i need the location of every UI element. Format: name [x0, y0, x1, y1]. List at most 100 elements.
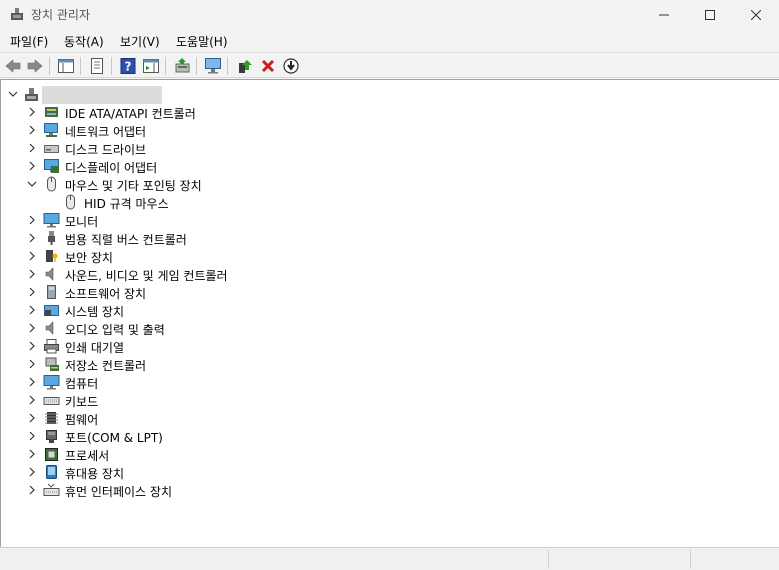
expand-chevron-icon[interactable]	[25, 321, 39, 335]
expand-chevron-icon[interactable]	[25, 213, 39, 227]
tree-category-row[interactable]: 디스크 드라이브	[1, 139, 771, 157]
tree-category-label: 키보드	[65, 395, 99, 409]
tree-category-label: 휴먼 인터페이스 장치	[65, 485, 172, 499]
tree-category-row[interactable]: 휴대용 장치	[1, 463, 771, 481]
collapse-chevron-icon[interactable]	[6, 87, 20, 101]
usb-icon	[48, 231, 55, 245]
tree-category-label: 범용 직렬 버스 컨트롤러	[65, 233, 187, 247]
expand-chevron-icon[interactable]	[25, 465, 39, 479]
computer-name	[42, 86, 162, 104]
menu-view[interactable]: 보기(V)	[120, 33, 160, 50]
action-pane-button[interactable]	[141, 56, 161, 76]
expand-chevron-icon[interactable]	[25, 303, 39, 317]
tree-category-label: 인쇄 대기열	[65, 341, 125, 355]
tree-category-row[interactable]: 컴퓨터	[1, 373, 771, 391]
expand-chevron-icon[interactable]	[25, 429, 39, 443]
tree-category-row[interactable]: 프로세서	[1, 445, 771, 463]
tree-category-row[interactable]: 범용 직렬 버스 컨트롤러	[1, 229, 771, 247]
tree-category-row[interactable]: 오디오 입력 및 출력	[1, 319, 771, 337]
maximize-icon	[705, 9, 715, 20]
collapse-chevron-icon[interactable]	[25, 177, 39, 191]
tree-category-row[interactable]: 시스템 장치	[1, 301, 771, 319]
help-icon: ?	[120, 58, 136, 74]
forward-arrow-icon	[27, 59, 43, 73]
expand-chevron-icon[interactable]	[25, 411, 39, 425]
expand-chevron-icon[interactable]	[25, 339, 39, 353]
tree-category-label: 사운드, 비디오 및 게임 컨트롤러	[65, 269, 228, 283]
close-icon	[751, 9, 761, 20]
expand-chevron-icon[interactable]	[25, 159, 39, 173]
tree-category-row[interactable]: 키보드	[1, 391, 771, 409]
tree-category-row[interactable]: 휴먼 인터페이스 장치	[1, 481, 771, 499]
toolbar-separator	[227, 57, 228, 75]
tree-device-row[interactable]: HID 규격 마우스	[1, 193, 771, 211]
menu-help[interactable]: 도움말(H)	[176, 33, 228, 50]
expand-chevron-icon[interactable]	[25, 267, 39, 281]
tree-category-label: 프로세서	[65, 449, 110, 463]
minimize-button[interactable]	[641, 0, 687, 29]
close-button[interactable]	[733, 0, 779, 29]
forward-button[interactable]	[25, 56, 45, 76]
back-arrow-icon	[5, 59, 21, 73]
display-adapter-icon	[44, 159, 59, 173]
tree-category-label: 휴대용 장치	[65, 467, 125, 481]
menu-file[interactable]: 파일(F)	[10, 33, 48, 50]
tree-category-label: IDE ATA/ATAPI 컨트롤러	[65, 107, 196, 121]
tree-category-row[interactable]: 네트워크 어댑터	[1, 121, 771, 139]
software-device-icon	[47, 285, 56, 299]
tree-category-row[interactable]: 펌웨어	[1, 409, 771, 427]
update-driver-button[interactable]	[172, 56, 192, 76]
expand-chevron-icon[interactable]	[25, 141, 39, 155]
disable-device-button[interactable]	[281, 56, 301, 76]
expand-chevron-icon[interactable]	[25, 447, 39, 461]
update-driver-icon	[175, 58, 189, 73]
expand-chevron-icon[interactable]	[25, 393, 39, 407]
enable-device-button[interactable]	[235, 56, 255, 76]
menu-bar: 파일(F) 동작(A) 보기(V) 도움말(H)	[0, 30, 779, 52]
expand-chevron-icon[interactable]	[25, 123, 39, 137]
monitor-icon	[43, 213, 60, 228]
tree-category-row[interactable]: 모니터	[1, 211, 771, 229]
tree-category-row[interactable]: 포트(COM & LPT)	[1, 427, 771, 445]
expand-chevron-icon[interactable]	[25, 249, 39, 263]
title-bar[interactable]: 장치 관리자	[0, 0, 779, 29]
tree-category-row[interactable]: 저장소 컨트롤러	[1, 355, 771, 373]
minimize-icon	[659, 14, 669, 15]
show-hide-tree-button[interactable]	[56, 56, 76, 76]
tree-category-row[interactable]: IDE ATA/ATAPI 컨트롤러	[1, 103, 771, 121]
tree-category-row[interactable]: 사운드, 비디오 및 게임 컨트롤러	[1, 265, 771, 283]
disable-device-icon	[283, 58, 299, 74]
window-title: 장치 관리자	[31, 8, 91, 22]
ide-controller-icon	[45, 107, 58, 117]
tree-category-label: 펌웨어	[65, 413, 99, 427]
menu-action[interactable]: 동작(A)	[64, 33, 104, 50]
action-pane-icon	[143, 59, 159, 73]
status-bar	[0, 547, 779, 570]
tree-category-label: 소프트웨어 장치	[65, 287, 147, 301]
toolbar-separator	[49, 57, 50, 75]
expand-chevron-icon[interactable]	[25, 483, 39, 497]
back-button[interactable]	[3, 56, 23, 76]
tree-category-row[interactable]: 디스플레이 어댑터	[1, 157, 771, 175]
tree-category-label: 오디오 입력 및 출력	[65, 323, 165, 337]
status-separator	[690, 550, 691, 569]
firmware-chip-icon	[45, 412, 58, 424]
tree-category-row[interactable]: 소프트웨어 장치	[1, 283, 771, 301]
maximize-button[interactable]	[687, 0, 733, 29]
expand-chevron-icon[interactable]	[25, 231, 39, 245]
system-device-icon	[44, 305, 59, 316]
properties-button[interactable]	[87, 56, 107, 76]
help-button[interactable]: ?	[118, 56, 138, 76]
network-adapter-icon	[44, 123, 58, 137]
expand-chevron-icon[interactable]	[25, 375, 39, 389]
expand-chevron-icon[interactable]	[25, 285, 39, 299]
device-tree[interactable]: IDE ATA/ATAPI 컨트롤러 네트워크 어댑터 디스크 드라이브 디스플레이 …	[0, 79, 779, 547]
tree-category-row[interactable]: 보안 장치	[1, 247, 771, 265]
processor-icon	[45, 448, 58, 461]
uninstall-device-button[interactable]	[258, 56, 278, 76]
expand-chevron-icon[interactable]	[25, 357, 39, 371]
tree-category-row[interactable]: 마우스 및 기타 포인팅 장치	[1, 175, 771, 193]
expand-chevron-icon[interactable]	[25, 105, 39, 119]
tree-category-row[interactable]: 인쇄 대기열	[1, 337, 771, 355]
scan-hardware-button[interactable]	[203, 56, 223, 76]
